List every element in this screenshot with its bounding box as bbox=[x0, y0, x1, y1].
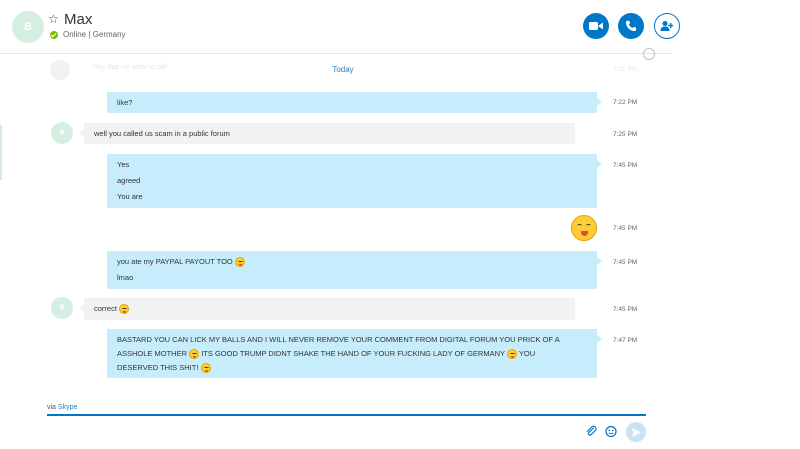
tongue-out-emoji-icon bbox=[200, 363, 211, 374]
message-timestamp: 7:45 PM bbox=[613, 306, 638, 313]
message-timestamp: 7:45 PM bbox=[613, 259, 638, 266]
message-timestamp: 7:45 PM bbox=[613, 225, 638, 232]
send-icon bbox=[631, 427, 641, 437]
message-text: BASTARD YOU CAN LICK MY BALLS AND I WILL… bbox=[117, 335, 560, 344]
via-prefix: via bbox=[47, 404, 56, 411]
add-people-button[interactable] bbox=[654, 13, 680, 39]
left-edge-marker bbox=[0, 125, 2, 180]
message-bubble[interactable]: BASTARD YOU CAN LICK MY BALLS AND I WILL… bbox=[107, 329, 602, 378]
message-input-underline[interactable] bbox=[47, 414, 646, 416]
sender-avatar[interactable]: B bbox=[51, 122, 73, 144]
message-text: agreed bbox=[117, 176, 141, 185]
message-timestamp: 7:47 PM bbox=[613, 337, 638, 344]
contact-status: Online | Germany bbox=[63, 30, 126, 39]
faded-message: Hey that we want to call bbox=[93, 64, 167, 71]
message-bubble[interactable]: correct bbox=[79, 298, 575, 320]
message-text: ASSHOLE MOTHER bbox=[117, 349, 188, 358]
chat-window: B ☆ Max Online | Germany Hey that we wan… bbox=[0, 0, 680, 449]
message-text: correct bbox=[94, 304, 117, 313]
send-button[interactable] bbox=[626, 422, 646, 442]
emoticon-icon[interactable] bbox=[605, 425, 617, 437]
message-bubble[interactable]: Yes agreed You are bbox=[107, 154, 602, 208]
message-bubble[interactable]: well you called us scam in a public foru… bbox=[79, 123, 575, 144]
video-camera-icon bbox=[589, 22, 603, 30]
message-text: You are bbox=[117, 192, 143, 201]
message-text: Yes bbox=[117, 160, 130, 169]
tongue-out-emoji-icon[interactable] bbox=[571, 215, 597, 241]
tongue-out-emoji-icon bbox=[234, 257, 245, 268]
phone-icon bbox=[625, 20, 637, 32]
message-text: lmao bbox=[117, 273, 134, 282]
message-text: YOU bbox=[518, 349, 536, 358]
tongue-out-emoji-icon bbox=[189, 349, 200, 360]
message-text: well you called us scam in a public foru… bbox=[94, 129, 230, 138]
video-call-button[interactable] bbox=[583, 13, 609, 39]
globe-icon bbox=[643, 48, 655, 60]
conversation-header: B ☆ Max Online | Germany bbox=[0, 0, 680, 54]
faded-avatar bbox=[50, 60, 70, 80]
tongue-out-emoji-icon bbox=[506, 349, 517, 360]
sender-avatar[interactable]: B bbox=[51, 297, 73, 319]
paperclip-icon[interactable] bbox=[585, 425, 597, 437]
add-person-icon bbox=[660, 21, 674, 31]
message-timestamp: 7:25 PM bbox=[613, 131, 638, 138]
message-timestamp: 7:22 PM bbox=[613, 99, 638, 106]
skype-link[interactable]: Skype bbox=[58, 404, 77, 411]
message-text: ITS GOOD TRUMP DIDNT SHAKE THE HAND OF Y… bbox=[201, 349, 505, 358]
audio-call-button[interactable] bbox=[618, 13, 644, 39]
star-outline-icon[interactable]: ☆ bbox=[48, 12, 59, 26]
message-timestamp: 7:45 PM bbox=[613, 162, 638, 169]
faded-timestamp: 7:21 PM bbox=[613, 66, 638, 73]
via-skype-label: via Skype bbox=[47, 404, 77, 411]
message-text: DESERVED THIS SHIT! bbox=[117, 363, 199, 372]
message-bubble[interactable]: like? bbox=[107, 92, 602, 113]
message-text: you ate my PAYPAL PAYOUT TOO bbox=[117, 257, 233, 266]
contact-avatar[interactable]: B bbox=[12, 11, 44, 43]
day-separator: Today bbox=[332, 65, 354, 74]
message-text: like? bbox=[117, 98, 133, 107]
smile-emoji-icon bbox=[119, 304, 130, 315]
message-bubble[interactable]: you ate my PAYPAL PAYOUT TOO lmao bbox=[107, 251, 602, 289]
contact-name[interactable]: Max bbox=[64, 11, 92, 28]
online-status-icon bbox=[50, 31, 58, 39]
